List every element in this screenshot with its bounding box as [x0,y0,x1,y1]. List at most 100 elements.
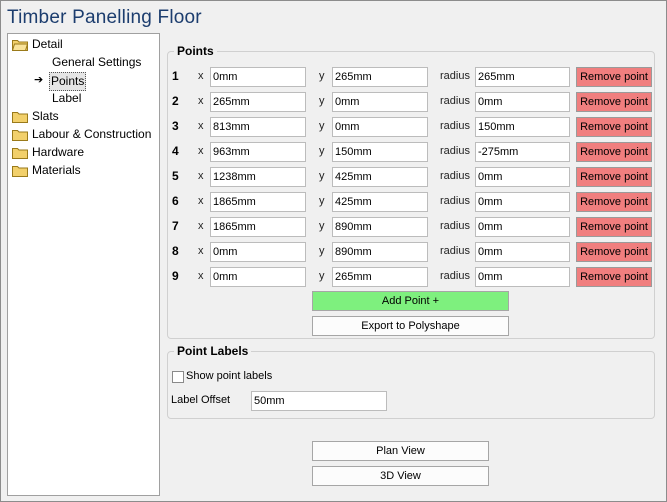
tree-label-detail: Detail [32,37,63,51]
tree-label-slats: Slats [32,109,59,123]
x-input[interactable]: 813mm [210,117,306,137]
x-input[interactable]: 0mm [210,242,306,262]
tree-item-label[interactable]: Label [52,90,81,107]
point-labels-group-title: Point Labels [174,344,252,358]
y-input[interactable]: 425mm [332,167,428,187]
radius-input[interactable]: 0mm [475,217,570,237]
point-number: 5 [172,169,179,183]
radius-label: radius [440,270,470,282]
x-input[interactable]: 0mm [210,67,306,87]
radius-label: radius [440,145,470,157]
y-input[interactable]: 150mm [332,142,428,162]
x-input[interactable]: 1238mm [210,167,306,187]
point-labels-group: Point Labels Show point labels Label Off… [167,344,655,419]
radius-input[interactable]: -275mm [475,142,570,162]
radius-label: radius [440,195,470,207]
point-number: 6 [172,194,179,208]
x-label: x [198,145,204,157]
y-label: y [319,195,325,207]
remove-point-button[interactable]: Remove point [576,167,652,187]
radius-input[interactable]: 0mm [475,267,570,287]
y-input[interactable]: 890mm [332,217,428,237]
add-point-button[interactable]: Add Point + [312,291,509,311]
x-input[interactable]: 963mm [210,142,306,162]
show-point-labels-checkbox[interactable] [172,371,184,383]
x-label: x [198,70,204,82]
tree-label-materials: Materials [32,163,81,177]
radius-input[interactable]: 0mm [475,242,570,262]
radius-input[interactable]: 150mm [475,117,570,137]
remove-point-button[interactable]: Remove point [576,67,652,87]
radius-input[interactable]: 0mm [475,92,570,112]
tree-item-general-settings[interactable]: General Settings [52,54,141,71]
point-number: 2 [172,94,179,108]
x-input[interactable]: 1865mm [210,192,306,212]
nav-tree: Detail General Settings ➔ Points Label S… [7,33,160,496]
folder-icon [12,166,28,177]
remove-point-button[interactable]: Remove point [576,267,652,287]
point-row: 8 x 0mm y 890mm radius 0mm Remove point [168,242,667,262]
point-row: 1 x 0mm y 265mm radius 265mm Remove point [168,67,667,87]
point-row: 2 x 265mm y 0mm radius 0mm Remove point [168,92,667,112]
tree-label-labour: Labour & Construction [32,127,152,141]
export-polyshape-button[interactable]: Export to Polyshape [312,316,509,336]
label-offset-input[interactable]: 50mm [251,391,387,411]
point-row: 6 x 1865mm y 425mm radius 0mm Remove point [168,192,667,212]
remove-point-button[interactable]: Remove point [576,217,652,237]
point-row: 5 x 1238mm y 425mm radius 0mm Remove point [168,167,667,187]
point-row: 4 x 963mm y 150mm radius -275mm Remove point [168,142,667,162]
points-group: Points 1 x 0mm y 265mm radius 265mm Remove poin… [167,44,655,339]
radius-label: radius [440,220,470,232]
x-input[interactable]: 1865mm [210,217,306,237]
x-input[interactable]: 0mm [210,267,306,287]
x-input[interactable]: 265mm [210,92,306,112]
point-number: 9 [172,269,179,283]
y-input[interactable]: 890mm [332,242,428,262]
x-label: x [198,120,204,132]
show-point-labels-label: Show point labels [186,370,273,382]
folder-open-icon [12,40,28,51]
x-label: x [198,220,204,232]
remove-point-button[interactable]: Remove point [576,192,652,212]
remove-point-button[interactable]: Remove point [576,92,652,112]
y-input[interactable]: 0mm [332,92,428,112]
radius-label: radius [440,95,470,107]
folder-icon [12,148,28,159]
y-label: y [319,70,325,82]
tree-label-label: Label [52,91,82,105]
plan-view-button[interactable]: Plan View [312,441,489,461]
point-number: 4 [172,144,179,158]
x-label: x [198,245,204,257]
folder-icon [12,130,28,141]
point-number: 1 [172,69,179,83]
y-label: y [319,220,325,232]
radius-label: radius [440,245,470,257]
radius-label: radius [440,170,470,182]
x-label: x [198,95,204,107]
radius-input[interactable]: 0mm [475,192,570,212]
y-input[interactable]: 0mm [332,117,428,137]
3d-view-button[interactable]: 3D View [312,466,489,486]
y-label: y [319,120,325,132]
x-label: x [198,270,204,282]
x-label: x [198,195,204,207]
y-input[interactable]: 265mm [332,267,428,287]
points-group-title: Points [174,44,217,58]
radius-input[interactable]: 265mm [475,67,570,87]
y-label: y [319,145,325,157]
y-input[interactable]: 265mm [332,67,428,87]
arrow-right-icon: ➔ [34,74,44,86]
remove-point-button[interactable]: Remove point [576,117,652,137]
y-label: y [319,270,325,282]
label-offset-label: Label Offset [171,394,231,406]
point-row: 9 x 0mm y 265mm radius 0mm Remove point [168,267,667,287]
point-row: 3 x 813mm y 0mm radius 150mm Remove point [168,117,667,137]
radius-input[interactable]: 0mm [475,167,570,187]
point-row: 7 x 1865mm y 890mm radius 0mm Remove point [168,217,667,237]
remove-point-button[interactable]: Remove point [576,242,652,262]
tree-label-points: Points [49,72,87,91]
y-input[interactable]: 425mm [332,192,428,212]
remove-point-button[interactable]: Remove point [576,142,652,162]
point-number: 3 [172,119,179,133]
tree-label-general-settings: General Settings [52,55,142,69]
